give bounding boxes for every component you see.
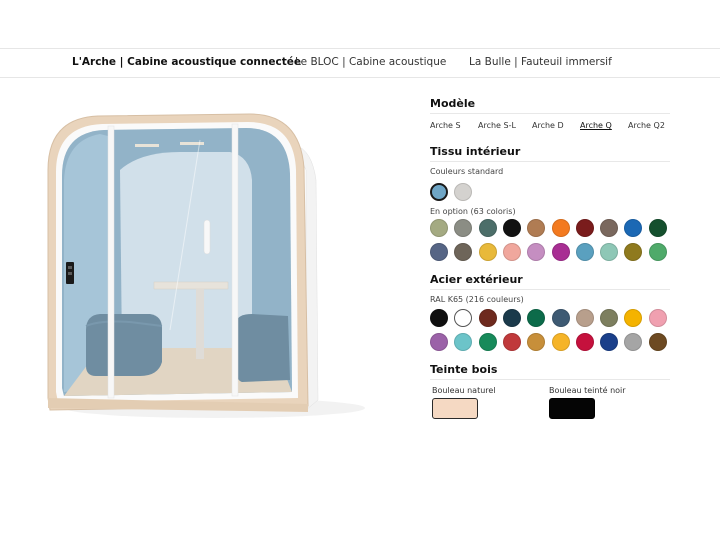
fabric-option-swatch[interactable]	[527, 243, 546, 261]
configurator-panel: Modèle Arche S Arche S-L Arche D Arche Q…	[430, 96, 670, 424]
divider	[430, 113, 670, 114]
steel-color-swatch[interactable]	[454, 333, 473, 351]
product-preview[interactable]	[40, 100, 370, 430]
fabric-option-swatch[interactable]	[648, 219, 667, 237]
steel-color-swatch[interactable]	[600, 333, 619, 351]
steel-row-2	[430, 332, 670, 356]
door-mullion-right	[231, 123, 239, 397]
steel-color-swatch[interactable]	[478, 333, 497, 351]
wood-option-label: Bouleau naturel	[432, 386, 496, 395]
booth-front-glass	[62, 128, 292, 396]
wood-section-title: Teinte bois	[430, 363, 498, 376]
wood-option-natural[interactable]: Bouleau naturel	[432, 384, 496, 419]
fabric-option-swatch[interactable]	[478, 243, 497, 261]
model-option-arche-q2[interactable]: Arche Q2	[628, 121, 665, 130]
product-nav: L'Arche | Cabine acoustique connectée Le…	[0, 49, 720, 78]
fabric-option-swatch[interactable]	[600, 219, 619, 237]
wood-option-label: Bouleau teinté noir	[549, 386, 626, 395]
divider	[430, 289, 670, 290]
steel-section-title: Acier extérieur	[430, 273, 523, 286]
fabric-section-title: Tissu intérieur	[430, 145, 521, 158]
fabric-option-swatch[interactable]	[575, 243, 594, 261]
fabric-option-swatch[interactable]	[478, 219, 497, 237]
fabric-option-swatch[interactable]	[502, 243, 521, 261]
wood-swatch-natural[interactable]	[432, 398, 478, 419]
steel-row-1	[430, 308, 670, 332]
site-header	[0, 0, 720, 49]
steel-color-swatch[interactable]	[527, 309, 546, 327]
fabric-option-swatch[interactable]	[624, 243, 643, 261]
steel-color-swatch[interactable]	[478, 309, 497, 327]
steel-color-swatch[interactable]	[600, 309, 619, 327]
tab-bulle[interactable]: La Bulle | Fauteuil immersif	[469, 56, 612, 68]
divider	[430, 161, 670, 162]
steel-color-swatch[interactable]	[575, 309, 594, 327]
fabric-option-swatch[interactable]	[575, 219, 594, 237]
steel-color-swatch[interactable]	[624, 309, 643, 327]
fabric-option-swatch[interactable]	[527, 219, 546, 237]
fabric-option-label: En option (63 coloris)	[430, 207, 516, 216]
steel-color-swatch[interactable]	[648, 333, 667, 351]
steel-color-swatch[interactable]	[430, 309, 448, 327]
model-option-arche-s[interactable]: Arche S	[430, 121, 461, 130]
fabric-option-swatch[interactable]	[430, 243, 448, 261]
wood-swatch-black[interactable]	[549, 398, 595, 419]
tab-arche[interactable]: L'Arche | Cabine acoustique connectée	[72, 56, 301, 68]
tab-bloc[interactable]: Le BLOC | Cabine acoustique	[295, 56, 446, 68]
fabric-option-swatch[interactable]	[430, 219, 448, 237]
fabric-option-row-2	[430, 242, 670, 266]
fabric-option-swatch[interactable]	[502, 219, 521, 237]
steel-color-swatch[interactable]	[551, 333, 570, 351]
fabric-option-swatch[interactable]	[551, 243, 570, 261]
model-section-title: Modèle	[430, 97, 476, 110]
steel-color-swatch[interactable]	[624, 333, 643, 351]
steel-color-swatch[interactable]	[551, 309, 570, 327]
steel-color-swatch[interactable]	[430, 333, 448, 351]
door-mullion-left	[107, 125, 115, 399]
booth-illustration	[47, 113, 365, 418]
fabric-option-swatch[interactable]	[648, 243, 667, 261]
fabric-option-swatch[interactable]	[600, 243, 619, 261]
fabric-option-swatch[interactable]	[551, 219, 570, 237]
model-option-arche-d[interactable]: Arche D	[532, 121, 564, 130]
fabric-option-swatch[interactable]	[454, 219, 473, 237]
fabric-option-swatch[interactable]	[454, 243, 473, 261]
model-options: Arche S Arche S-L Arche D Arche Q Arche …	[430, 118, 670, 134]
wood-option-black[interactable]: Bouleau teinté noir	[549, 384, 626, 419]
steel-label: RAL K65 (216 couleurs)	[430, 295, 524, 304]
steel-color-swatch[interactable]	[502, 309, 521, 327]
steel-color-swatch[interactable]	[575, 333, 594, 351]
divider	[430, 379, 670, 380]
fabric-standard-label: Couleurs standard	[430, 167, 504, 176]
model-option-arche-q[interactable]: Arche Q	[580, 121, 612, 130]
door-handle	[203, 219, 211, 255]
fabric-standard-swatch[interactable]	[430, 183, 448, 201]
fabric-option-swatch[interactable]	[624, 219, 643, 237]
steel-color-swatch[interactable]	[454, 309, 473, 327]
steel-color-swatch[interactable]	[527, 333, 546, 351]
wood-options: Bouleau naturel Bouleau teinté noir	[430, 384, 670, 424]
fabric-standard-swatch[interactable]	[454, 183, 473, 201]
model-option-arche-s-l[interactable]: Arche S-L	[478, 121, 516, 130]
fabric-option-row-1	[430, 218, 670, 242]
fabric-standard-swatches	[430, 182, 670, 206]
steel-color-swatch[interactable]	[502, 333, 521, 351]
steel-color-swatch[interactable]	[648, 309, 667, 327]
